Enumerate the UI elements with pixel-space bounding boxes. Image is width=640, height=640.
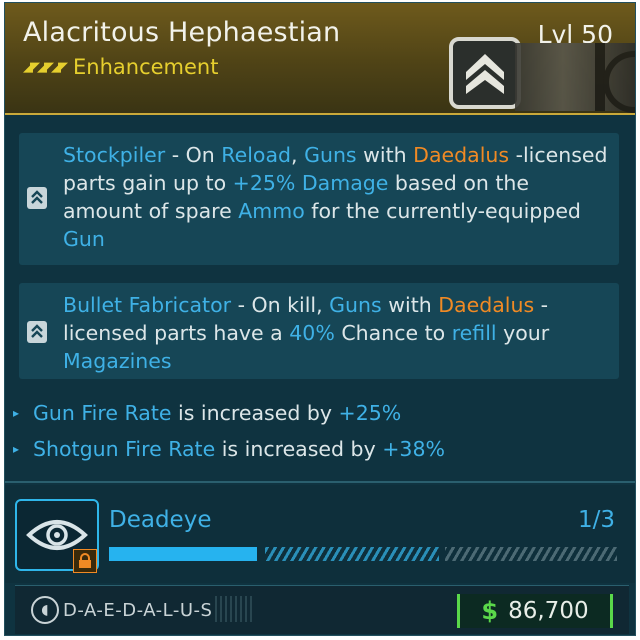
perk-keyword: 40% [289, 321, 335, 345]
stat-value: +25% [338, 401, 402, 425]
perk-bullet-fabricator: Bullet Fabricator - On kill, Guns with D… [19, 283, 619, 379]
stat-name: Gun Fire Rate [33, 401, 172, 425]
manufacturer-logo: ◖ D-A-E-D-A-L-U-S [31, 594, 227, 626]
perk-keyword: Gun [63, 227, 105, 251]
perk-description: Bullet Fabricator - On kill, Guns with D… [63, 291, 613, 375]
perk-text: for the currently-equipped [304, 199, 588, 223]
rarity-row: ◢◤◢◤◢◤ Enhancement [23, 55, 218, 79]
perk-stockpiler: Stockpiler - On Reload, Guns with Daedal… [19, 133, 619, 265]
chevron-perk-icon [27, 187, 47, 209]
perk-text: , [291, 143, 305, 167]
perk-keyword: Stockpiler [63, 143, 166, 167]
perk-keyword: +25% Damage [232, 171, 389, 195]
decorative-pattern [215, 596, 255, 622]
perk-keyword: Daedalus [438, 293, 535, 317]
perk-keyword: Guns [329, 293, 382, 317]
chevron-emblem-icon [449, 37, 521, 109]
stat-text: is increased by [171, 401, 339, 425]
class-mod-rank: 1/3 [577, 507, 615, 533]
manufacturer-decoration [515, 43, 635, 113]
perk-keyword: Guns [304, 143, 357, 167]
perk-text: with [381, 293, 439, 317]
perk-keyword: refill [451, 321, 497, 345]
perk-text: - On kill, [231, 293, 330, 317]
rank-progress-segment [265, 547, 439, 561]
perk-keyword: Ammo [238, 199, 305, 223]
bullet-icon: ▸ [13, 406, 20, 420]
divider [5, 481, 635, 483]
perk-keyword: Magazines [63, 349, 172, 373]
daedalus-logo-icon: ◖ [31, 596, 59, 624]
manufacturer-name: D-A-E-D-A-L-U-S [63, 599, 213, 621]
lock-icon [73, 549, 97, 573]
stat-value: +38% [382, 437, 445, 461]
rank-progress-filled [109, 547, 257, 561]
perk-keyword: Bullet Fabricator [63, 293, 232, 317]
perk-text: your [496, 321, 556, 345]
perk-keyword: Reload [221, 143, 292, 167]
perk-text: - On [165, 143, 222, 167]
stat-line: ▸ Shotgun Fire Rate is increased by +38% [13, 437, 445, 461]
stat-text: is increased by [215, 437, 383, 461]
perk-text: with [356, 143, 414, 167]
perk-keyword: Daedalus [413, 143, 510, 167]
item-card: Alacritous Hephaestian ◢◤◢◤◢◤ Enhancemen… [4, 2, 636, 636]
item-footer: ◖ D-A-E-D-A-L-U-S $ 86,700 [15, 585, 629, 634]
class-mod-panel: Deadeye 1/3 [5, 485, 635, 583]
stat-line: ▸ Gun Fire Rate is increased by +25% [13, 401, 401, 425]
currency-icon: $ [481, 597, 499, 625]
item-price: $ 86,700 [457, 594, 613, 628]
rarity-chevrons-icon: ◢◤◢◤◢◤ [23, 59, 68, 75]
chevron-perk-icon [27, 321, 47, 343]
bullet-icon: ▸ [13, 442, 20, 456]
item-name: Alacritous Hephaestian [23, 17, 341, 48]
perk-description: Stockpiler - On Reload, Guns with Daedal… [63, 141, 613, 253]
class-mod-name: Deadeye [109, 507, 212, 533]
item-header: Alacritous Hephaestian ◢◤◢◤◢◤ Enhancemen… [5, 3, 635, 115]
price-value: 86,700 [508, 598, 589, 624]
perk-text: Chance to [334, 321, 452, 345]
stat-name: Shotgun Fire Rate [33, 437, 216, 461]
rank-progress-empty [445, 547, 617, 561]
rarity-label: Enhancement [73, 55, 219, 79]
